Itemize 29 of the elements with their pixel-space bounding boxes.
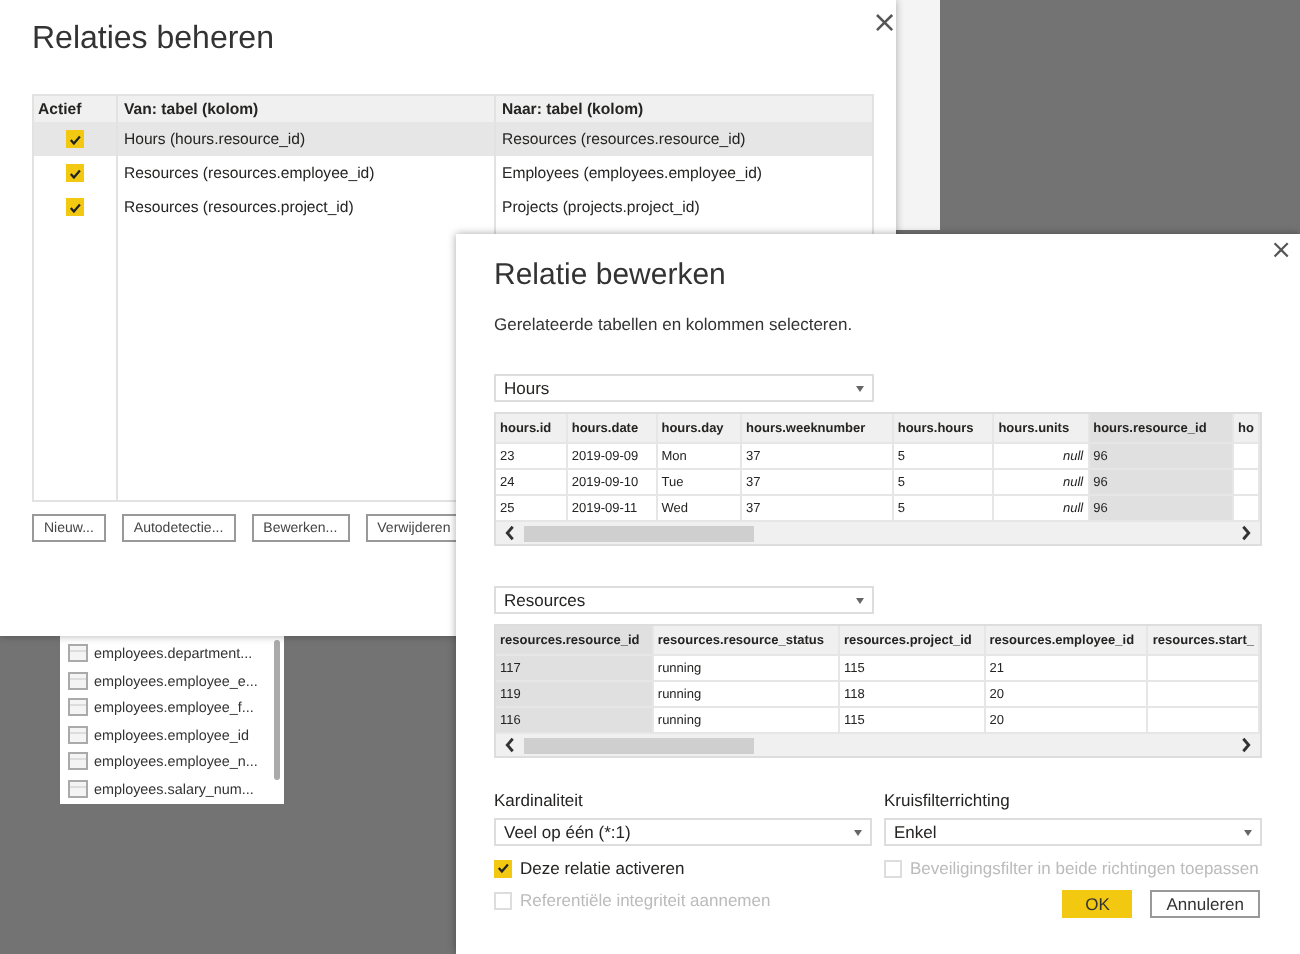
caret-icon <box>856 385 864 391</box>
checkbox-option[interactable]: Deze relatie activeren <box>494 858 872 878</box>
checkbox[interactable] <box>494 859 512 877</box>
caret-icon <box>854 829 862 835</box>
caret-icon <box>856 597 864 603</box>
scroll-right-icon[interactable] <box>1238 524 1254 542</box>
cardinality-dropdown[interactable]: Veel op één (*:1) <box>494 818 872 846</box>
dialog-title: Relaties beheren <box>32 22 274 58</box>
dialog-subtitle: Gerelateerde tabellen en kolommen selecteren. <box>494 314 855 334</box>
scroll-left-icon[interactable] <box>502 736 518 754</box>
crossfilter-dropdown[interactable]: Enkel <box>884 818 1262 846</box>
scroll-left-icon[interactable] <box>502 524 518 542</box>
caret-icon <box>1244 829 1252 835</box>
horizontal-scrollbar[interactable] <box>496 522 1260 544</box>
checkbox[interactable] <box>66 130 84 148</box>
close-button[interactable]: × <box>872 8 898 38</box>
dialog-button[interactable]: Annuleren <box>1150 890 1260 918</box>
close-button[interactable]: × <box>1270 238 1292 264</box>
field-label: Kardinaliteit <box>494 790 585 810</box>
scrollbar[interactable] <box>274 640 280 780</box>
table-dropdown[interactable]: Resources <box>494 586 874 614</box>
dialog-button[interactable]: OK <box>1062 890 1133 918</box>
table-dropdown[interactable]: Hours <box>494 374 874 402</box>
dialog-title: Relatie bewerken <box>494 258 728 292</box>
checkbox[interactable] <box>66 164 84 182</box>
checkbox[interactable] <box>66 198 84 216</box>
horizontal-scrollbar[interactable] <box>496 734 1260 756</box>
field-label: Kruisfilterrichting <box>884 790 1012 810</box>
scroll-right-icon[interactable] <box>1238 736 1254 754</box>
